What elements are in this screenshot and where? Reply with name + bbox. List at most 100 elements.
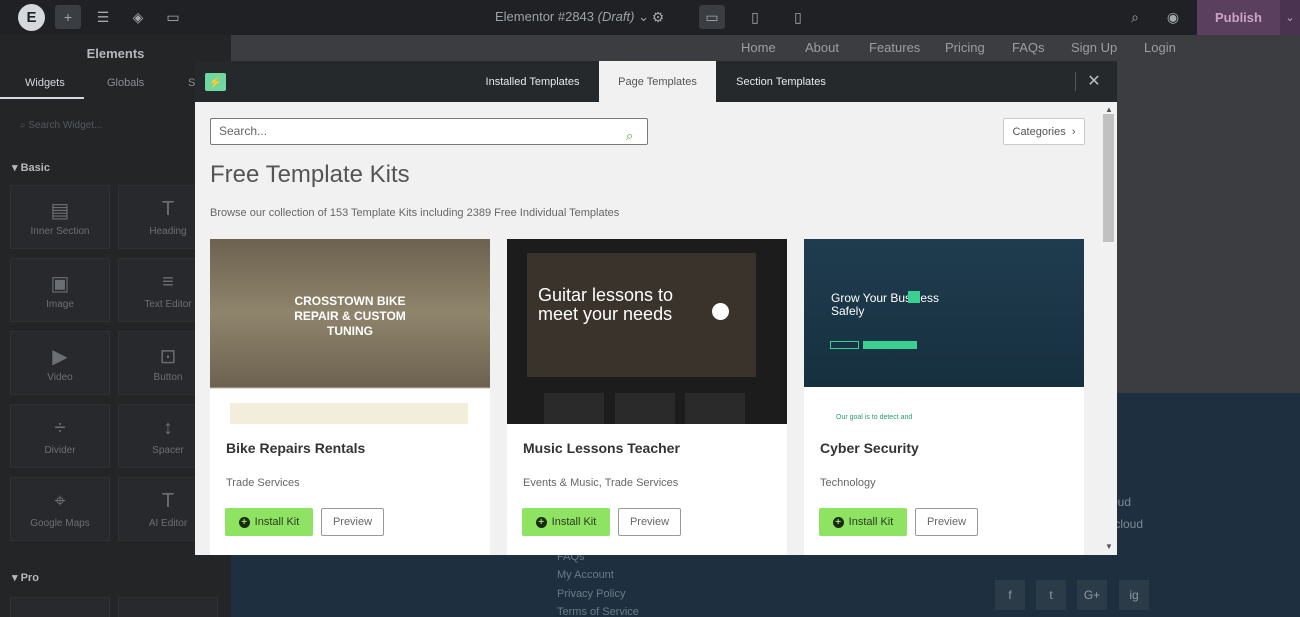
map-icon: ⌖ (54, 490, 66, 512)
install-kit-button[interactable]: + Install Kit (225, 508, 313, 536)
install-kit-button[interactable]: + Install Kit (819, 508, 907, 536)
nav-sign-up[interactable]: Sign Up (1071, 40, 1117, 55)
add-element-icon[interactable]: + (55, 5, 81, 29)
video-icon: ▶ (52, 346, 68, 368)
widget-search-input[interactable]: ⌕ Search Widget... (10, 115, 220, 137)
thumbnail-strip (230, 403, 468, 424)
widget-image[interactable]: ▣ Image (10, 258, 110, 322)
nav-about[interactable]: About (805, 40, 839, 55)
tablet-view-icon[interactable]: ▯ (742, 5, 768, 29)
kit-card[interactable]: CROSSTOWN BIKE REPAIR & CUSTOM TUNING Bi… (210, 239, 490, 555)
install-label: Install Kit (848, 516, 894, 528)
nav-home[interactable]: Home (741, 40, 776, 55)
structure-layers-icon[interactable]: ◈ (125, 5, 151, 29)
kit-title: Music Lessons Teacher (523, 440, 680, 456)
tab-widgets[interactable]: Widgets (25, 77, 65, 89)
columns-icon: ▤ (50, 200, 70, 222)
active-tab-indicator (0, 97, 84, 99)
kit-category: Technology (820, 477, 876, 489)
widget-label: Google Maps (30, 518, 90, 529)
category-pro-label: Pro (20, 572, 39, 584)
install-kit-button[interactable]: + Install Kit (522, 508, 610, 536)
elementor-logo[interactable]: E (18, 4, 45, 31)
widget-divider[interactable]: ÷ Divider (10, 404, 110, 468)
tab-page-templates[interactable]: Page Templates (599, 61, 716, 102)
scrollbar-thumb[interactable] (1103, 114, 1114, 242)
kit-thumbnail[interactable]: Guitar lessons to meet your needs (507, 239, 787, 424)
plus-circle-icon: + (832, 516, 844, 528)
thumbnail-tile (685, 393, 745, 424)
twitter-icon[interactable]: t (1036, 580, 1066, 610)
preview-button[interactable]: Preview (321, 508, 384, 536)
modal-scrollbar[interactable]: ▲ ▼ (1101, 102, 1117, 555)
preview-button[interactable]: Preview (618, 508, 681, 536)
tab-globals[interactable]: Globals (107, 77, 144, 89)
widget-pro-1[interactable] (10, 597, 110, 617)
page-settings-gear-icon[interactable]: ⚙ (645, 5, 671, 29)
install-label: Install Kit (254, 516, 300, 528)
preview-button[interactable]: Preview (915, 508, 978, 536)
widget-search-placeholder: Search Widget... (28, 120, 103, 131)
nav-login[interactable]: Login (1144, 40, 1176, 55)
settings-sliders-icon[interactable]: ☰ (90, 5, 116, 29)
document-title[interactable]: Elementor #2843 (Draft) ⌄ (495, 9, 649, 25)
desktop-view-icon[interactable]: ▭ (699, 5, 725, 29)
widget-pro-2[interactable] (118, 597, 218, 617)
widget-label: Video (47, 372, 73, 383)
instagram-icon[interactable]: ig (1119, 580, 1149, 610)
thumbnail-tile (615, 393, 675, 424)
chevron-right-icon: › (1071, 125, 1076, 138)
mobile-view-icon[interactable]: ▯ (785, 5, 811, 29)
widget-label: Divider (44, 445, 76, 456)
widget-inner-section[interactable]: ▤ Inner Section (10, 185, 110, 249)
tab-installed-templates[interactable]: Installed Templates (477, 61, 588, 102)
facebook-icon[interactable]: f (995, 580, 1025, 610)
widget-label: Image (46, 299, 74, 310)
kit-card[interactable]: Grow Your Business Safely Our goal is to… (804, 239, 1084, 555)
publish-options-chevron-icon[interactable]: ⌄ (1280, 0, 1300, 35)
template-library-modal: ⚡ Installed Templates Page Templates Sec… (195, 61, 1117, 555)
nav-pricing[interactable]: Pricing (945, 40, 985, 55)
google-plus-icon[interactable]: G+ (1077, 580, 1107, 610)
category-pro[interactable]: ▾ Pro (12, 571, 39, 584)
category-basic[interactable]: ▾ Basic (12, 161, 50, 174)
install-label: Install Kit (551, 516, 597, 528)
categories-button[interactable]: Categories › (1003, 118, 1085, 145)
modal-body: Search... ⌕ Categories › Free Template K… (195, 102, 1101, 555)
footer-link-account[interactable]: My Account (557, 569, 614, 581)
thumbnail-subtext: Our goal is to detect and (836, 414, 913, 421)
template-search-input[interactable]: Search... ⌕ (210, 118, 648, 145)
comments-icon[interactable]: ▭ (160, 5, 186, 29)
widget-google-maps[interactable]: ⌖ Google Maps (10, 477, 110, 541)
preview-eye-icon[interactable]: ◉ (1160, 5, 1186, 29)
kit-category: Events & Music, Trade Services (523, 477, 679, 489)
nav-features[interactable]: Features (869, 40, 920, 55)
kit-card[interactable]: Guitar lessons to meet your needs Music … (507, 239, 787, 555)
thumbnail-text: CROSSTOWN BIKE REPAIR & CUSTOM TUNING (294, 294, 406, 338)
play-icon (712, 303, 729, 320)
scroll-up-icon[interactable]: ▲ (1104, 105, 1114, 114)
plus-circle-icon: + (238, 516, 250, 528)
close-icon[interactable]: ✕ (1084, 71, 1104, 91)
tab-section-templates[interactable]: Section Templates (725, 61, 837, 102)
footer-link-privacy[interactable]: Privacy Policy (557, 588, 625, 600)
scroll-down-icon[interactable]: ▼ (1104, 542, 1114, 551)
nav-faqs[interactable]: FAQs (1012, 40, 1045, 55)
elementor-kit-logo-icon: ⚡ (205, 73, 226, 91)
search-icon[interactable]: ⌕ (1122, 5, 1148, 29)
kit-thumbnail[interactable]: Grow Your Business Safely Our goal is to… (804, 239, 1084, 424)
categories-label: Categories (1012, 125, 1066, 138)
thumbnail-badge (908, 291, 920, 303)
search-icon[interactable]: ⌕ (626, 123, 633, 148)
document-state: (Draft) (597, 9, 635, 24)
publish-button[interactable]: Publish (1197, 0, 1280, 35)
kit-thumbnail[interactable]: CROSSTOWN BIKE REPAIR & CUSTOM TUNING (210, 239, 490, 424)
footer-link-terms[interactable]: Terms of Service (557, 606, 639, 617)
thumbnail-text: Guitar lessons to meet your needs (538, 285, 674, 324)
category-basic-label: Basic (20, 162, 50, 174)
modal-header: ⚡ Installed Templates Page Templates Sec… (195, 61, 1117, 102)
plus-circle-icon: + (535, 516, 547, 528)
widget-video[interactable]: ▶ Video (10, 331, 110, 395)
kit-title: Bike Repairs Rentals (226, 440, 366, 456)
thumbnail-button (863, 341, 917, 349)
